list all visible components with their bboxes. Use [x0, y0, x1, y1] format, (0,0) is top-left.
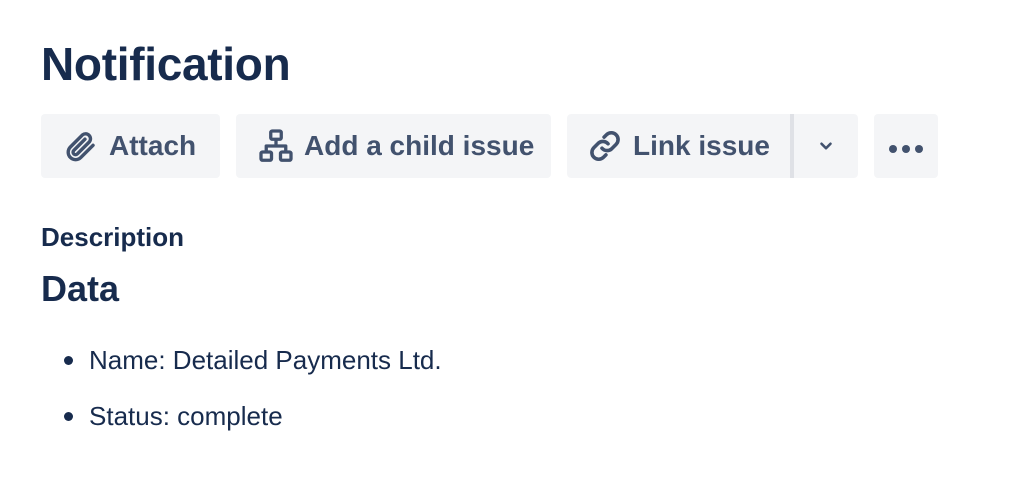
- page-title: Notification: [41, 38, 291, 90]
- more-actions-button[interactable]: [874, 114, 938, 178]
- list-item-text: Name: Detailed Payments Ltd.: [89, 345, 442, 375]
- attach-label: Attach: [109, 130, 197, 161]
- hierarchy-icon: [258, 128, 294, 164]
- list-item: Status: complete: [41, 396, 442, 452]
- add-child-issue-label: Add a child issue: [304, 130, 535, 161]
- link-issue-label: Link issue: [633, 130, 770, 161]
- more-icon: [887, 130, 925, 162]
- list-item-text: Status: complete: [89, 401, 283, 431]
- description-label: Description: [41, 222, 185, 252]
- add-child-issue-button[interactable]: Add a child issue: [236, 114, 551, 178]
- description-heading: Data: [41, 268, 120, 309]
- description-list: Name: Detailed Payments Ltd. Status: com…: [41, 340, 442, 452]
- link-issue-split-button: Link issue: [567, 114, 858, 178]
- issue-toolbar: Attach Add a child issue Link issue: [41, 114, 938, 178]
- link-issue-dropdown-button[interactable]: [794, 114, 858, 178]
- bullet: [64, 412, 73, 421]
- list-item: Name: Detailed Payments Ltd.: [41, 340, 442, 396]
- link-issue-button[interactable]: Link issue: [567, 114, 790, 178]
- attach-button[interactable]: Attach: [41, 114, 220, 178]
- link-icon: [587, 128, 623, 164]
- paperclip-icon: [63, 128, 99, 164]
- issue-page: Notification Attach Add a child issue Li…: [0, 0, 1024, 482]
- bullet: [64, 356, 73, 365]
- chevron-down-icon: [817, 130, 835, 162]
